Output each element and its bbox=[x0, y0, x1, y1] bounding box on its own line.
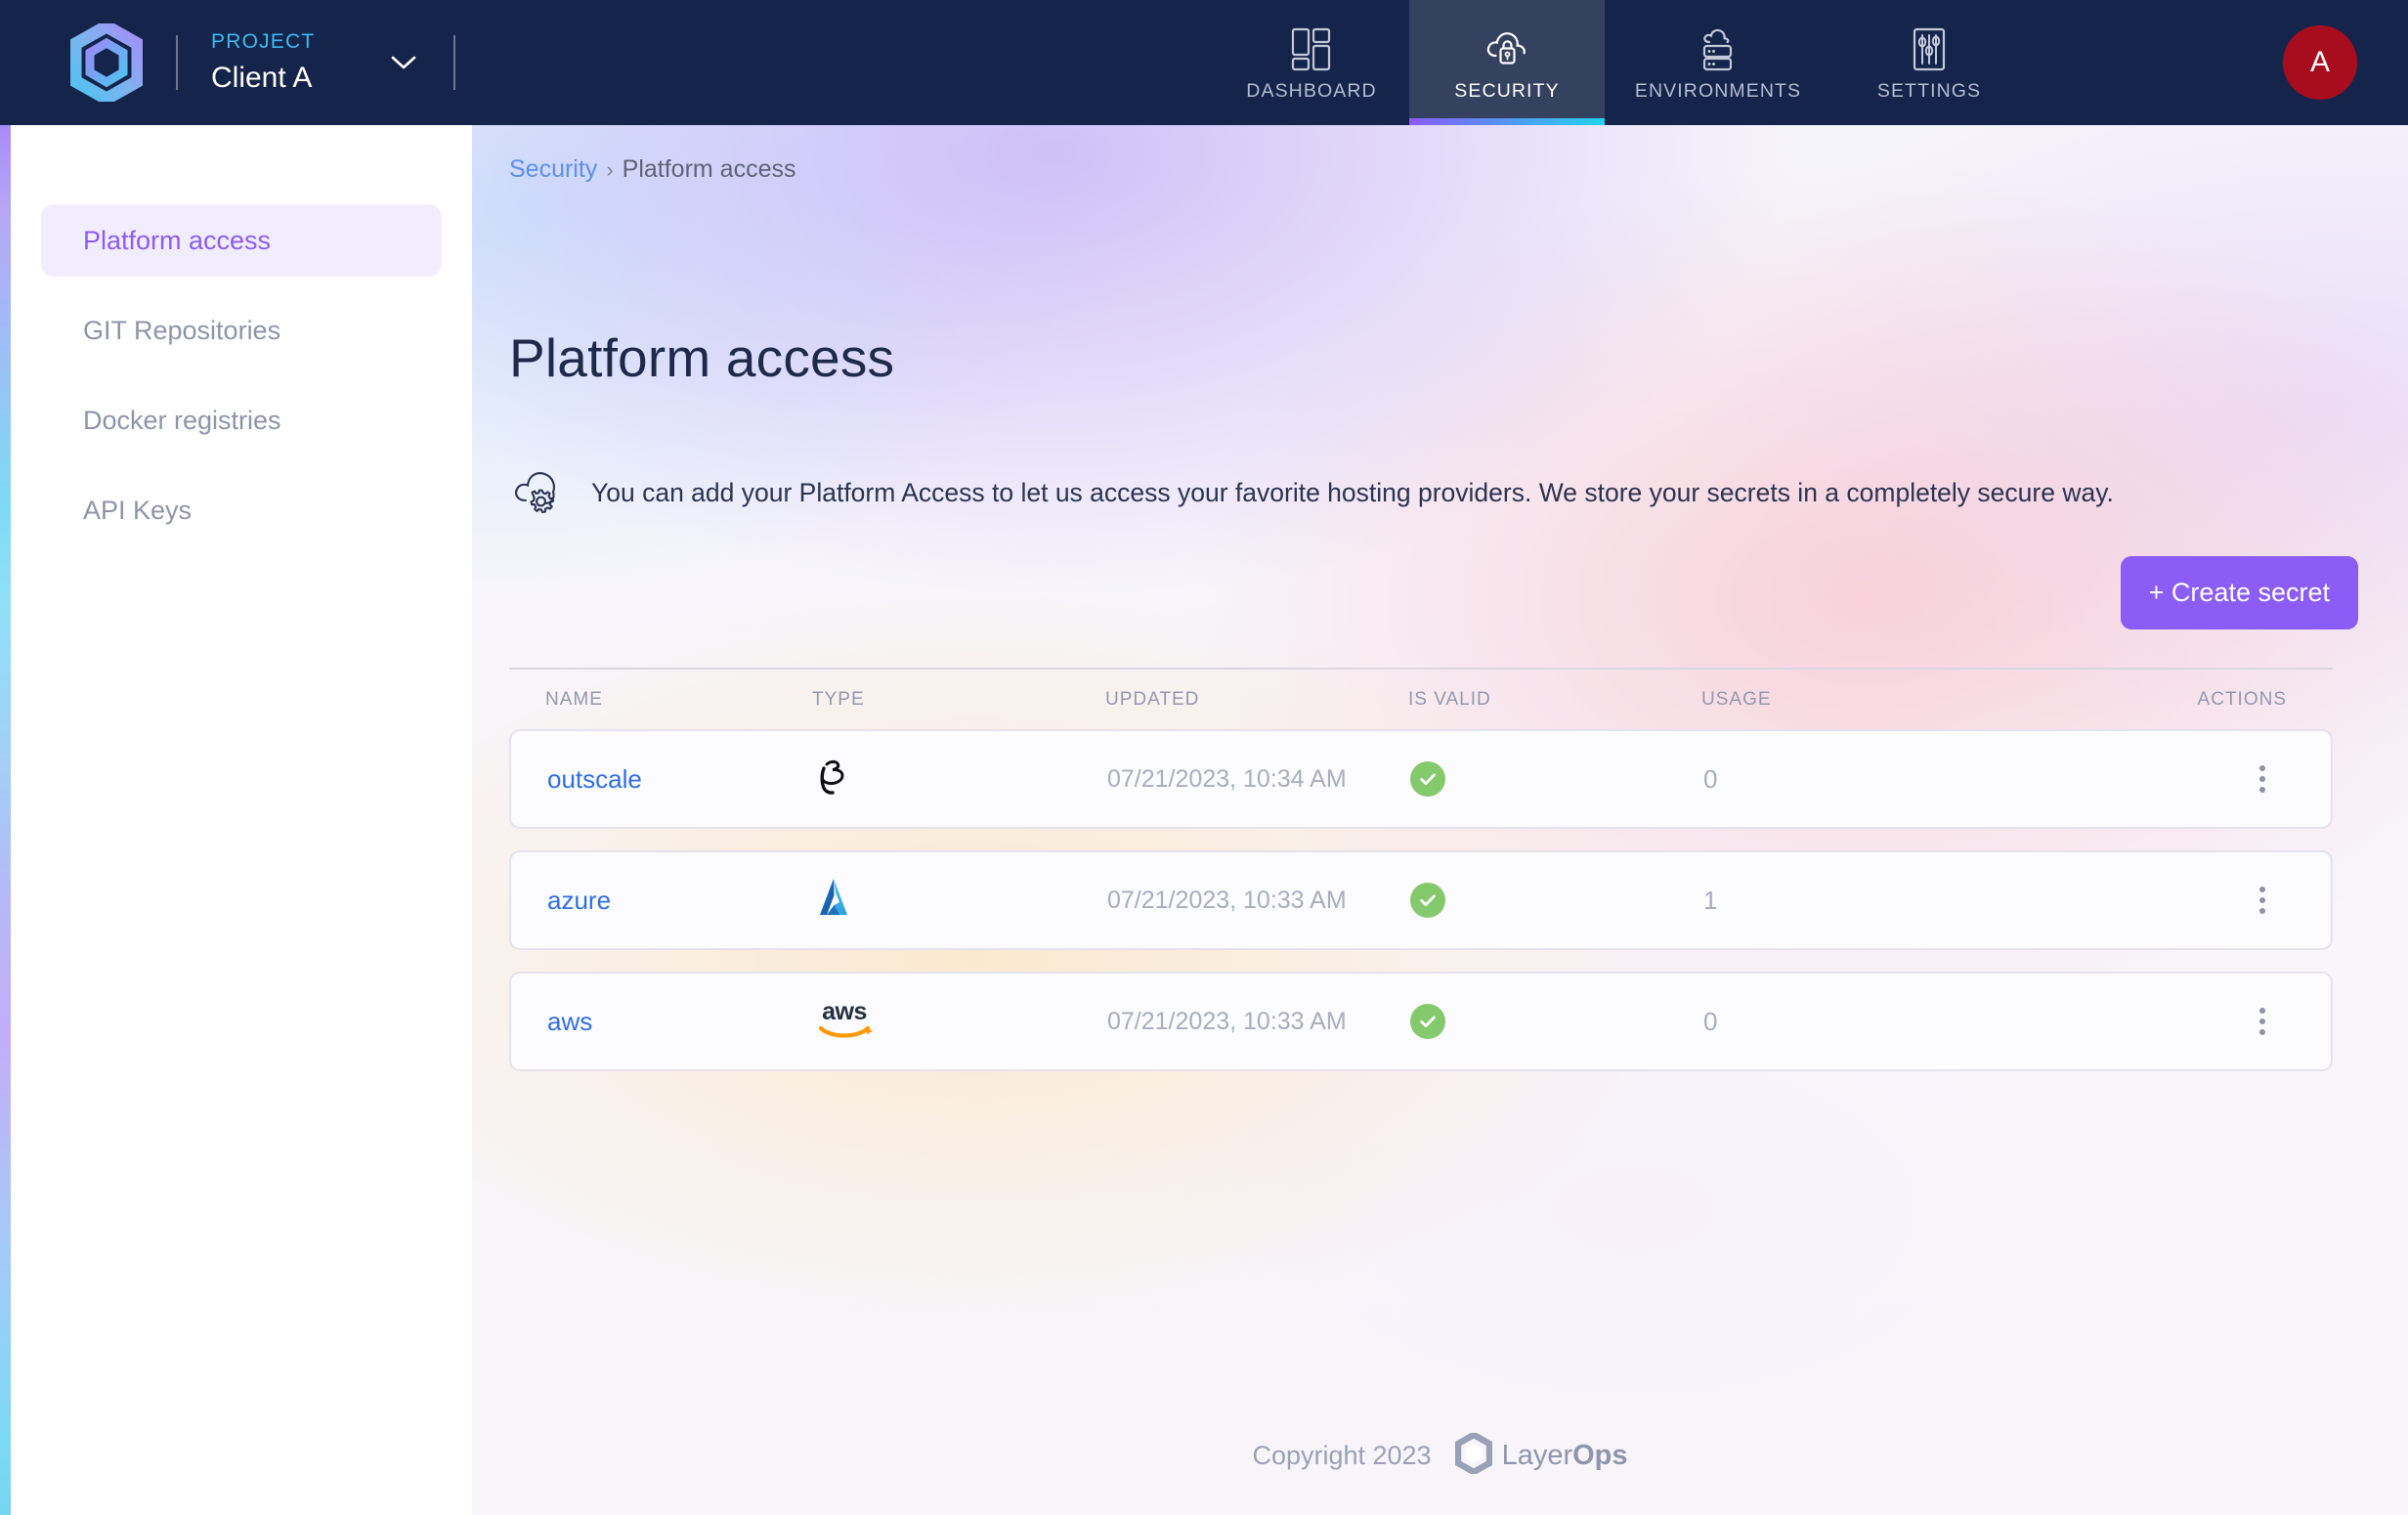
kebab-menu-icon[interactable] bbox=[2240, 999, 2285, 1044]
secret-name-link[interactable]: azure bbox=[511, 886, 814, 916]
project-selector[interactable]: PROJECT Client A bbox=[211, 23, 315, 102]
table-row[interactable]: azure 07/21/2023, 10:33 AM 1 bbox=[509, 850, 2333, 950]
sidebar-item-label: Docker registries bbox=[83, 405, 281, 435]
brand-divider bbox=[176, 35, 178, 90]
footer-brand-light: Layer bbox=[1501, 1440, 1573, 1471]
tab-dashboard[interactable]: DASHBOARD bbox=[1214, 0, 1409, 125]
check-circle-icon bbox=[1410, 761, 1445, 797]
sidebar-item-api-keys[interactable]: API Keys bbox=[41, 474, 442, 546]
tab-environments-label: ENVIRONMENTS bbox=[1634, 80, 1802, 102]
secrets-table: NAME TYPE UPDATED IS VALID USAGE ACTIONS… bbox=[509, 668, 2333, 1093]
footer-brand-name: LayerOps bbox=[1502, 1440, 1628, 1472]
main-content: Security › Platform access Platform acce… bbox=[472, 125, 2408, 1515]
layerops-hexagon-logo-icon bbox=[1454, 1431, 1492, 1479]
project-kicker-label: PROJECT bbox=[211, 30, 316, 54]
page-description-row: You can add your Platform Access to let … bbox=[509, 462, 2114, 523]
table-row[interactable]: outscale 07/21/2023, 10:34 AM 0 bbox=[509, 729, 2333, 829]
tab-security-label: SECURITY bbox=[1454, 80, 1560, 102]
sidebar-item-platform-access[interactable]: Platform access bbox=[41, 204, 442, 277]
sidebar-item-docker-registries[interactable]: Docker registries bbox=[41, 384, 442, 456]
secret-usage-count: 1 bbox=[1703, 885, 1718, 915]
cloud-gear-icon bbox=[509, 462, 570, 523]
copyright-text: Copyright 2023 bbox=[1252, 1441, 1432, 1470]
breadcrumb-separator-icon: › bbox=[606, 156, 614, 182]
create-secret-button[interactable]: + Create secret bbox=[2120, 556, 2358, 629]
secret-usage-count: 0 bbox=[1703, 763, 1718, 794]
column-header-is-valid: IS VALID bbox=[1408, 688, 1491, 710]
check-circle-icon bbox=[1410, 1004, 1445, 1039]
secret-type-cell: aws bbox=[814, 996, 1107, 1048]
aws-logo-icon: aws bbox=[814, 996, 875, 1048]
column-header-usage: USAGE bbox=[1701, 688, 1772, 710]
secret-usage-count: 0 bbox=[1703, 1006, 1718, 1036]
secret-name-link[interactable]: aws bbox=[511, 1007, 814, 1037]
table-header-row: NAME TYPE UPDATED IS VALID USAGE ACTIONS bbox=[509, 668, 2333, 729]
secret-updated: 07/21/2023, 10:33 AM bbox=[1107, 886, 1347, 914]
cloud-server-icon bbox=[1696, 22, 1741, 71]
project-divider bbox=[453, 35, 456, 90]
main-tabs: DASHBOARD SECURITY ENVIRONMENTS SETTINGS bbox=[1214, 0, 2027, 125]
breadcrumb: Security › Platform access bbox=[509, 155, 796, 184]
secret-type-cell bbox=[814, 756, 1107, 803]
secret-is-valid-cell bbox=[1410, 883, 1703, 918]
secret-is-valid-cell bbox=[1410, 761, 1703, 797]
column-header-actions: ACTIONS bbox=[2197, 688, 2287, 710]
cloud-lock-icon bbox=[1484, 22, 1530, 71]
footer-brand-bold: Ops bbox=[1572, 1440, 1628, 1471]
page-footer: Copyright 2023 LayerOps bbox=[472, 1431, 2408, 1479]
chevron-down-icon[interactable] bbox=[387, 46, 420, 79]
brand-zone: PROJECT Client A bbox=[0, 0, 489, 125]
page-description-text: You can add your Platform Access to let … bbox=[591, 477, 2114, 507]
footer-brand: LayerOps bbox=[1454, 1431, 1628, 1479]
secret-actions-cell bbox=[2085, 878, 2331, 923]
tab-environments[interactable]: ENVIRONMENTS bbox=[1605, 0, 1831, 125]
user-avatar[interactable]: A bbox=[2283, 25, 2357, 100]
tab-settings[interactable]: SETTINGS bbox=[1831, 0, 2027, 125]
top-navigation-bar: PROJECT Client A DASHBOARD SECURITY ENVI… bbox=[0, 0, 2408, 125]
sidebar-item-label: API Keys bbox=[83, 495, 193, 525]
tab-security[interactable]: SECURITY bbox=[1409, 0, 1605, 125]
secret-actions-cell bbox=[2085, 999, 2331, 1044]
tab-settings-label: SETTINGS bbox=[1876, 80, 1982, 102]
secret-actions-cell bbox=[2085, 757, 2331, 801]
svg-text:aws: aws bbox=[822, 998, 867, 1025]
column-header-type: TYPE bbox=[812, 688, 865, 710]
secret-updated: 07/21/2023, 10:34 AM bbox=[1107, 764, 1347, 793]
dashboard-grid-icon bbox=[1289, 22, 1334, 71]
check-circle-icon bbox=[1410, 883, 1445, 918]
avatar-initial: A bbox=[2309, 46, 2330, 78]
sliders-icon bbox=[1907, 22, 1952, 71]
security-sidebar: Platform access GIT Repositories Docker … bbox=[11, 125, 472, 1515]
kebab-menu-icon[interactable] bbox=[2240, 757, 2285, 801]
column-header-updated: UPDATED bbox=[1105, 688, 1200, 710]
secret-updated: 07/21/2023, 10:33 AM bbox=[1107, 1007, 1347, 1035]
secret-is-valid-cell bbox=[1410, 1004, 1703, 1039]
azure-logo-icon bbox=[814, 876, 853, 926]
sidebar-item-label: GIT Repositories bbox=[83, 315, 281, 345]
layerops-hexagon-logo-icon[interactable] bbox=[70, 23, 143, 102]
breadcrumb-current: Platform access bbox=[622, 155, 796, 183]
column-header-name: NAME bbox=[545, 688, 603, 710]
secret-type-cell bbox=[814, 876, 1107, 926]
secret-name-link[interactable]: outscale bbox=[511, 764, 814, 795]
project-name-label: Client A bbox=[211, 61, 313, 94]
page-title: Platform access bbox=[509, 327, 895, 388]
table-row[interactable]: aws aws 07/21/2023, 10:33 AM 0 bbox=[509, 972, 2333, 1071]
tab-dashboard-label: DASHBOARD bbox=[1246, 80, 1377, 102]
left-gradient-accent-stripe bbox=[0, 125, 11, 1515]
sidebar-item-label: Platform access bbox=[83, 225, 272, 255]
sidebar-item-git-repositories[interactable]: GIT Repositories bbox=[41, 294, 442, 367]
outscale-3ds-logo-icon bbox=[814, 756, 853, 803]
kebab-menu-icon[interactable] bbox=[2240, 878, 2285, 923]
breadcrumb-link-security[interactable]: Security bbox=[509, 155, 597, 184]
